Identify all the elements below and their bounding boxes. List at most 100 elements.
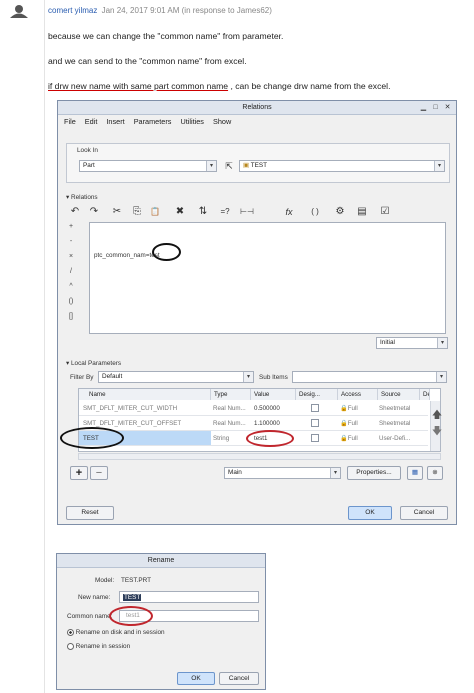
menu-edit[interactable]: Edit — [85, 117, 98, 126]
remove-parameter-button[interactable]: − — [90, 466, 108, 480]
evaluate-icon[interactable]: =? — [218, 206, 232, 218]
select-pointer-icon[interactable]: ⇱ — [222, 160, 236, 172]
lock-icon: 🔒 — [340, 420, 348, 427]
lock-icon: 🔒 — [340, 435, 348, 442]
designate-checkbox[interactable] — [311, 419, 319, 427]
radio-rename-session[interactable]: Rename in session — [67, 643, 130, 650]
table-row[interactable]: SMT_DFLT_MITER_CUT_OFFSET Real Num... 1.… — [79, 416, 428, 431]
local-params-label: Local Parameters — [70, 360, 122, 367]
post-divider — [44, 0, 45, 693]
rename-ok-button[interactable]: OK — [177, 672, 215, 685]
menu-show[interactable]: Show — [213, 117, 231, 126]
properties-button[interactable]: Properties... — [347, 466, 401, 480]
parentheses-operator[interactable]: () — [67, 298, 75, 305]
local-params-section-label[interactable]: ▾ Local Parameters — [66, 359, 121, 367]
copy-icon[interactable]: ⎘ — [130, 206, 144, 218]
rename-cancel-button[interactable]: Cancel — [219, 672, 259, 685]
ok-button[interactable]: OK — [348, 506, 392, 520]
relations-section-label[interactable]: ▾ Relations — [66, 193, 98, 201]
initial-select[interactable]: Initial ▾ — [376, 337, 448, 349]
redo-icon[interactable]: ↷ — [87, 206, 101, 218]
sub-items-label: Sub Items — [259, 374, 288, 381]
new-name-label: New name: — [78, 594, 111, 601]
delete-icon[interactable]: ✖ — [173, 206, 187, 218]
paste-icon[interactable]: 📋 — [148, 206, 162, 218]
rename-dialog: Rename Model: TEST.PRT New name: TEST Co… — [56, 553, 266, 690]
author-link[interactable]: comert yilmaz — [48, 6, 97, 15]
param-name: SMT_DFLT_MITER_CUT_WIDTH — [83, 405, 178, 412]
common-name-label: Common name: — [67, 613, 113, 620]
maximize-icon[interactable]: □ — [431, 103, 440, 112]
rename-title: Rename — [147, 557, 175, 564]
designate-checkbox[interactable] — [311, 404, 319, 412]
sort-icon[interactable]: ⇅ — [196, 206, 210, 218]
new-name-field[interactable]: TEST — [119, 591, 259, 603]
post-meta: comert yilmaz Jan 24, 2017 9:01 AM (in r… — [48, 6, 272, 15]
dimension-icon[interactable]: ⊢⊣ — [240, 206, 254, 218]
relation-line: ptc_common_nam=test — [94, 250, 160, 261]
col-header-source[interactable]: Source — [378, 389, 420, 400]
rename-title-bar: Rename — [57, 554, 265, 568]
check-icon[interactable]: ☑ — [378, 206, 392, 218]
cancel-button[interactable]: Cancel — [400, 506, 448, 520]
plus-operator[interactable]: + — [67, 223, 75, 230]
filter-label: Filter By — [70, 374, 94, 381]
function-icon[interactable]: fx — [282, 206, 296, 218]
main-value: Main — [228, 469, 242, 476]
chevron-down-icon: ▾ — [437, 338, 447, 348]
radio-rename-disk-session[interactable]: Rename on disk and in session — [67, 629, 165, 636]
menu-insert[interactable]: Insert — [106, 117, 124, 126]
binoculars-icon-button[interactable]: ⊚ — [427, 466, 443, 480]
col-header-type[interactable]: Type — [211, 389, 251, 400]
cut-icon[interactable]: ✂ — [110, 206, 124, 218]
relations-editor[interactable]: ptc_common_nam=test — [89, 222, 446, 334]
undo-icon[interactable]: ↶ — [68, 206, 82, 218]
relations-title: Relations — [242, 104, 272, 111]
col-header-designate[interactable]: Desig... — [296, 389, 338, 400]
param-value[interactable]: 1.100000 — [254, 419, 294, 428]
parentheses-icon[interactable]: ( ) — [308, 206, 322, 218]
minus-operator[interactable]: - — [67, 238, 75, 245]
horizontal-scrollbar[interactable] — [78, 453, 441, 460]
highlight-circle-relation — [152, 243, 181, 261]
close-icon[interactable]: ✕ — [443, 103, 452, 112]
look-in-value: Part — [83, 162, 95, 169]
sort-relations-icon[interactable]: ▤ — [355, 206, 369, 218]
col-header-access[interactable]: Access — [338, 389, 378, 400]
look-in-select[interactable]: Part ▾ — [79, 160, 217, 172]
model-select[interactable]: ▣ TEST ▾ — [239, 160, 445, 172]
chevron-down-icon: ▾ — [206, 161, 216, 171]
look-in-panel: Look In Part ▾ ⇱ ▣ TEST ▾ — [66, 143, 450, 183]
col-header-value[interactable]: Value — [251, 389, 296, 400]
move-up-icon[interactable]: 🡅 — [430, 410, 444, 422]
brackets-operator[interactable]: [] — [67, 313, 75, 320]
col-header-name[interactable]: Name — [79, 389, 211, 400]
main-select[interactable]: Main ▾ — [224, 467, 341, 479]
user-avatar-icon — [10, 5, 28, 18]
power-operator[interactable]: ^ — [67, 283, 75, 290]
table-icon-button[interactable]: ▦ — [407, 466, 423, 480]
reset-button[interactable]: Reset — [66, 506, 114, 520]
relations-dialog: Relations ▁ □ ✕ File Edit Insert Paramet… — [57, 100, 457, 525]
post-line-3-underlined: if drw new name with same part common na… — [48, 81, 229, 91]
avatar[interactable] — [8, 4, 30, 18]
divide-operator[interactable]: / — [67, 268, 75, 275]
move-down-icon[interactable]: 🡇 — [430, 426, 444, 438]
col-header-description[interactable]: De — [420, 389, 430, 400]
menu-utilities[interactable]: Utilities — [180, 117, 204, 126]
add-parameter-button[interactable]: + — [70, 466, 88, 480]
minimize-icon[interactable]: ▁ — [419, 103, 428, 112]
menu-parameters[interactable]: Parameters — [134, 117, 172, 126]
table-row[interactable]: SMT_DFLT_MITER_CUT_WIDTH Real Num... 0.5… — [79, 401, 428, 416]
initial-value: Initial — [380, 339, 395, 346]
designate-checkbox[interactable] — [311, 434, 319, 442]
menu-file[interactable]: File — [64, 117, 76, 126]
relation-text-prefix: ptc_common_nam — [94, 252, 146, 259]
post-line-3-rest: , can be change drw name from the excel. — [230, 81, 391, 91]
verify-icon[interactable]: ⚙ — [333, 206, 347, 218]
multiply-operator[interactable]: × — [67, 253, 75, 260]
filter-select[interactable]: Default ▾ — [98, 371, 254, 383]
sub-items-select[interactable]: ▾ — [292, 371, 447, 383]
param-value[interactable]: 0.500000 — [254, 404, 294, 413]
highlight-circle-name — [60, 427, 124, 449]
